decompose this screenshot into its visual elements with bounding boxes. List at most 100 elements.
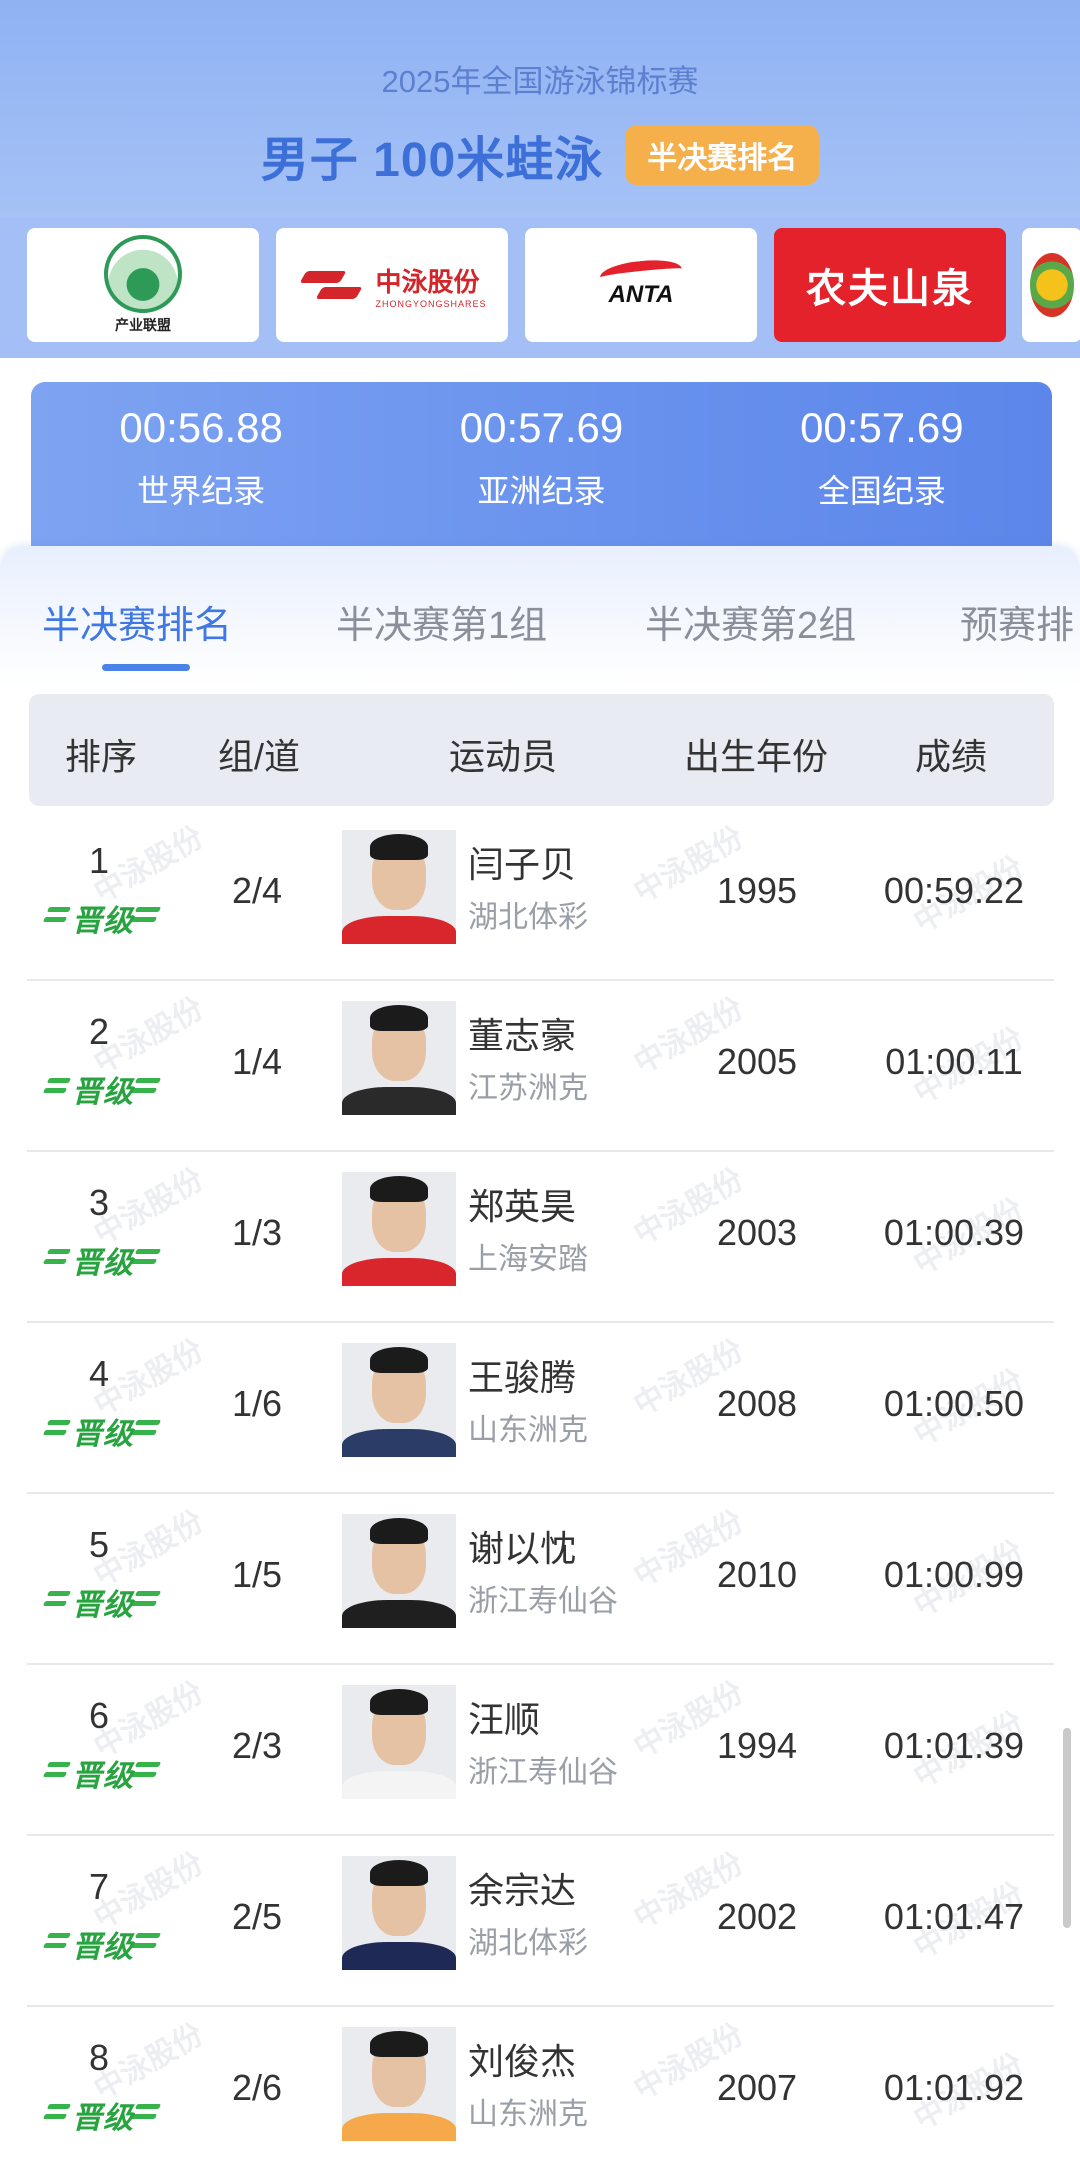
athlete-photo[interactable] <box>342 1343 456 1457</box>
qualified-badge: 晋级 <box>42 896 164 938</box>
result-value: 01:01.47 <box>883 1896 1025 1937</box>
birth-year-value: 2003 <box>716 1212 798 1253</box>
table-row[interactable]: 中泳股份 中泳股份 中泳股份 3 晋级 1/3 郑英昊 上海安踏 2003 01:00.39 <box>27 1152 1054 1323</box>
header-athlete: 运动员 <box>448 736 558 777</box>
result-value: 01:00.11 <box>885 1041 1023 1082</box>
group-lane-value: 2/3 <box>231 1725 283 1766</box>
birth-year-value: 2005 <box>716 1041 798 1082</box>
athlete-team: 湖北体彩 <box>468 1927 588 1960</box>
athlete-name[interactable]: 汪顺 <box>468 1691 540 1743</box>
athlete-team: 湖北体彩 <box>468 901 588 934</box>
tab-semifinal-group-1[interactable]: 半决赛第1组 <box>336 594 547 649</box>
header-birth-year: 出生年份 <box>683 736 829 777</box>
qualified-label: 晋级 <box>72 2102 134 2135</box>
qualified-badge: 晋级 <box>42 1751 164 1793</box>
birth-year-value: 2007 <box>716 2067 798 2108</box>
table-row[interactable]: 中泳股份 中泳股份 中泳股份 4 晋级 1/6 王骏腾 山东洲克 2008 01:00.50 <box>27 1323 1054 1494</box>
group-lane-value: 2/5 <box>231 1896 283 1937</box>
result-value: 01:01.92 <box>883 2067 1025 2108</box>
table-header: 排序 组/道 运动员 出生年份 成绩 <box>29 694 1054 806</box>
record-label: 全国纪录 <box>817 473 946 509</box>
record-label: 亚洲纪录 <box>477 473 606 509</box>
birth-year-value: 1995 <box>716 870 798 911</box>
athlete-team: 山东洲克 <box>468 2098 588 2131</box>
results-table: 中泳股份 中泳股份 中泳股份 1 晋级 2/4 闫子贝 湖北体彩 1995 00:59.22 中泳股… <box>27 810 1054 2170</box>
table-row[interactable]: 中泳股份 中泳股份 中泳股份 2 晋级 1/4 董志豪 江苏洲克 2005 01:00.11 <box>27 981 1054 1152</box>
sponsor-partial[interactable] <box>1022 228 1080 342</box>
table-row[interactable]: 中泳股份 中泳股份 中泳股份 1 晋级 2/4 闫子贝 湖北体彩 1995 00:59.22 <box>27 810 1054 981</box>
results-card: 半决赛排名 半决赛第1组 半决赛第2组 预赛排 排序 组/道 运动员 出生年份 … <box>0 546 1080 2170</box>
result-value: 01:01.39 <box>883 1725 1025 1766</box>
athlete-team: 上海安踏 <box>468 1243 588 1276</box>
athlete-team: 浙江寿仙谷 <box>468 1585 618 1618</box>
group-lane-value: 1/3 <box>231 1212 283 1253</box>
sponsor-zhongyong[interactable]: 中泳股份 ZHONGYONGSHARES <box>276 228 508 342</box>
sponsor-nongfu[interactable]: 农夫山泉 <box>774 228 1006 342</box>
rank-value: 4 <box>88 1353 110 1394</box>
world-record: 00:56.88 世界纪录 <box>31 382 371 552</box>
athlete-team: 江苏洲克 <box>468 1072 588 1105</box>
qualified-badge: 晋级 <box>42 1067 164 1109</box>
athlete-name[interactable]: 董志豪 <box>468 1007 576 1059</box>
table-row[interactable]: 中泳股份 中泳股份 中泳股份 7 晋级 2/5 余宗达 湖北体彩 2002 01:01.47 <box>27 1836 1054 2007</box>
qualified-label: 晋级 <box>72 1247 134 1280</box>
tab-semifinal-ranking[interactable]: 半决赛排名 <box>42 594 232 649</box>
rank-value: 5 <box>88 1524 110 1565</box>
tab-semifinal-group-2[interactable]: 半决赛第2组 <box>645 594 856 649</box>
qualified-label: 晋级 <box>72 905 134 938</box>
event-title: 男子 100米蛙泳 <box>260 134 604 187</box>
qualified-badge: 晋级 <box>42 1238 164 1280</box>
group-lane-value: 1/6 <box>231 1383 283 1424</box>
sponsor-strip[interactable]: 产业联盟 中泳股份 ZHONGYONGSHARES ANTA 农夫山泉 <box>0 218 1080 358</box>
qualified-badge: 晋级 <box>42 1922 164 1964</box>
rank-value: 2 <box>88 1011 110 1052</box>
tab-heats-ranking[interactable]: 预赛排 <box>960 594 1074 649</box>
athlete-photo[interactable] <box>342 1514 456 1628</box>
group-lane-value: 1/5 <box>231 1554 283 1595</box>
qualified-label: 晋级 <box>72 1931 134 1964</box>
alliance-logo-icon: 产业联盟 <box>104 235 182 335</box>
athlete-team: 山东洲克 <box>468 1414 588 1447</box>
sponsor-alliance[interactable]: 产业联盟 <box>27 228 259 342</box>
group-lane-value: 2/6 <box>231 2067 283 2108</box>
result-value: 01:00.50 <box>883 1383 1025 1424</box>
birth-year-value: 2010 <box>716 1554 798 1595</box>
rank-value: 6 <box>88 1695 110 1736</box>
sponsor-anta[interactable]: ANTA <box>525 228 757 342</box>
result-value: 00:59.22 <box>883 870 1025 911</box>
athlete-photo[interactable] <box>342 830 456 944</box>
scrollbar[interactable] <box>1063 1728 1071 1928</box>
result-value: 01:00.99 <box>883 1554 1025 1595</box>
stage-badge: 半决赛排名 <box>625 125 820 185</box>
qualified-badge: 晋级 <box>42 1580 164 1622</box>
athlete-photo[interactable] <box>342 1172 456 1286</box>
athlete-name[interactable]: 郑英昊 <box>468 1178 576 1230</box>
athlete-team: 浙江寿仙谷 <box>468 1756 618 1789</box>
record-value: 00:57.69 <box>800 404 964 451</box>
athlete-photo[interactable] <box>342 2027 456 2141</box>
table-row[interactable]: 中泳股份 中泳股份 中泳股份 6 晋级 2/3 汪顺 浙江寿仙谷 1994 01:01.39 <box>27 1665 1054 1836</box>
athlete-name[interactable]: 刘俊杰 <box>468 2033 576 2085</box>
athlete-photo[interactable] <box>342 1685 456 1799</box>
records-panel: 00:56.88 世界纪录 00:57.69 亚洲纪录 00:57.69 全国纪… <box>31 382 1052 552</box>
athlete-name[interactable]: 余宗达 <box>468 1862 576 1914</box>
event-title-row: 男子 100米蛙泳 半决赛排名 <box>0 120 1080 190</box>
rank-value: 8 <box>88 2037 110 2078</box>
rank-value: 7 <box>88 1866 110 1907</box>
header-group-lane: 组/道 <box>217 736 301 777</box>
table-row[interactable]: 中泳股份 中泳股份 中泳股份 8 晋级 2/6 刘俊杰 山东洲克 2007 01:01.92 <box>27 2007 1054 2170</box>
header-rank: 排序 <box>64 736 138 777</box>
qualified-badge: 晋级 <box>42 2093 164 2135</box>
qualified-badge: 晋级 <box>42 1409 164 1451</box>
athlete-photo[interactable] <box>342 1856 456 1970</box>
group-lane-value: 1/4 <box>231 1041 283 1082</box>
athlete-photo[interactable] <box>342 1001 456 1115</box>
table-row[interactable]: 中泳股份 中泳股份 中泳股份 5 晋级 1/5 谢以忱 浙江寿仙谷 2010 01:00.99 <box>27 1494 1054 1665</box>
birth-year-value: 1994 <box>716 1725 798 1766</box>
result-value: 01:00.39 <box>883 1212 1025 1253</box>
birth-year-value: 2002 <box>716 1896 798 1937</box>
event-subtitle: 2025年全国游泳锦标赛 <box>381 64 699 99</box>
athlete-name[interactable]: 谢以忱 <box>468 1520 576 1572</box>
athlete-name[interactable]: 闫子贝 <box>468 836 576 888</box>
athlete-name[interactable]: 王骏腾 <box>468 1349 576 1401</box>
